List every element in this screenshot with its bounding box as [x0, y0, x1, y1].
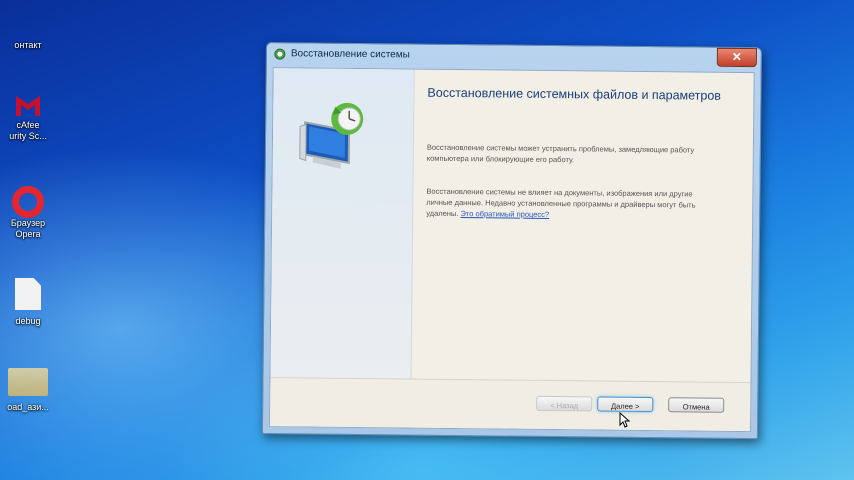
page-heading: Восстановление системных файлов и параме…	[427, 85, 722, 103]
desktop-icon-label: онтакт	[14, 40, 42, 50]
desktop-icon-opera[interactable]: Браузер Opera	[0, 186, 62, 240]
system-restore-icon	[299, 102, 364, 169]
desktop-icon-label: Браузер Opera	[10, 218, 46, 239]
next-button[interactable]: Далее >	[597, 396, 654, 413]
title-bar[interactable]: Восстановление системы ✕	[267, 43, 761, 70]
window-title: Восстановление системы	[290, 48, 410, 61]
desktop-icon-label: oad_ази...	[7, 402, 49, 412]
info-paragraph: Восстановление системы не влияет на доку…	[426, 186, 708, 222]
desktop-icon-mcafee[interactable]: cAfee urity Sc...	[0, 90, 62, 142]
desktop-icon-download[interactable]: oad_ази...	[0, 368, 62, 413]
close-button[interactable]: ✕	[716, 47, 757, 68]
dialog-content: Восстановление системных файлов и параме…	[268, 67, 755, 433]
reversible-process-link[interactable]: Это обратимый процесс?	[460, 209, 549, 219]
desktop-icon-label: cAfee urity Sc...	[9, 120, 47, 141]
back-button[interactable]: < Назад	[536, 395, 593, 412]
mcafee-icon	[13, 90, 43, 120]
system-restore-small-icon	[274, 48, 286, 60]
cancel-button[interactable]: Отмена	[668, 397, 725, 413]
system-restore-window: Восстановление системы ✕ Восстановление …	[261, 42, 762, 440]
desktop-icon-debug[interactable]: debug	[0, 278, 62, 327]
mouse-cursor-icon	[619, 412, 631, 428]
file-icon	[15, 278, 41, 310]
close-icon: ✕	[731, 49, 742, 64]
desktop-icon-contact[interactable]: онтакт	[0, 2, 62, 51]
opera-icon	[12, 186, 44, 218]
left-pane	[270, 68, 415, 380]
desktop-icon-label: debug	[15, 316, 41, 326]
right-pane: Восстановление системных файлов и параме…	[420, 70, 753, 383]
folder-icon	[8, 368, 48, 396]
description-paragraph: Восстановление системы может устранить п…	[426, 142, 695, 165]
button-bar: < Назад Далее > Отмена	[269, 377, 751, 432]
